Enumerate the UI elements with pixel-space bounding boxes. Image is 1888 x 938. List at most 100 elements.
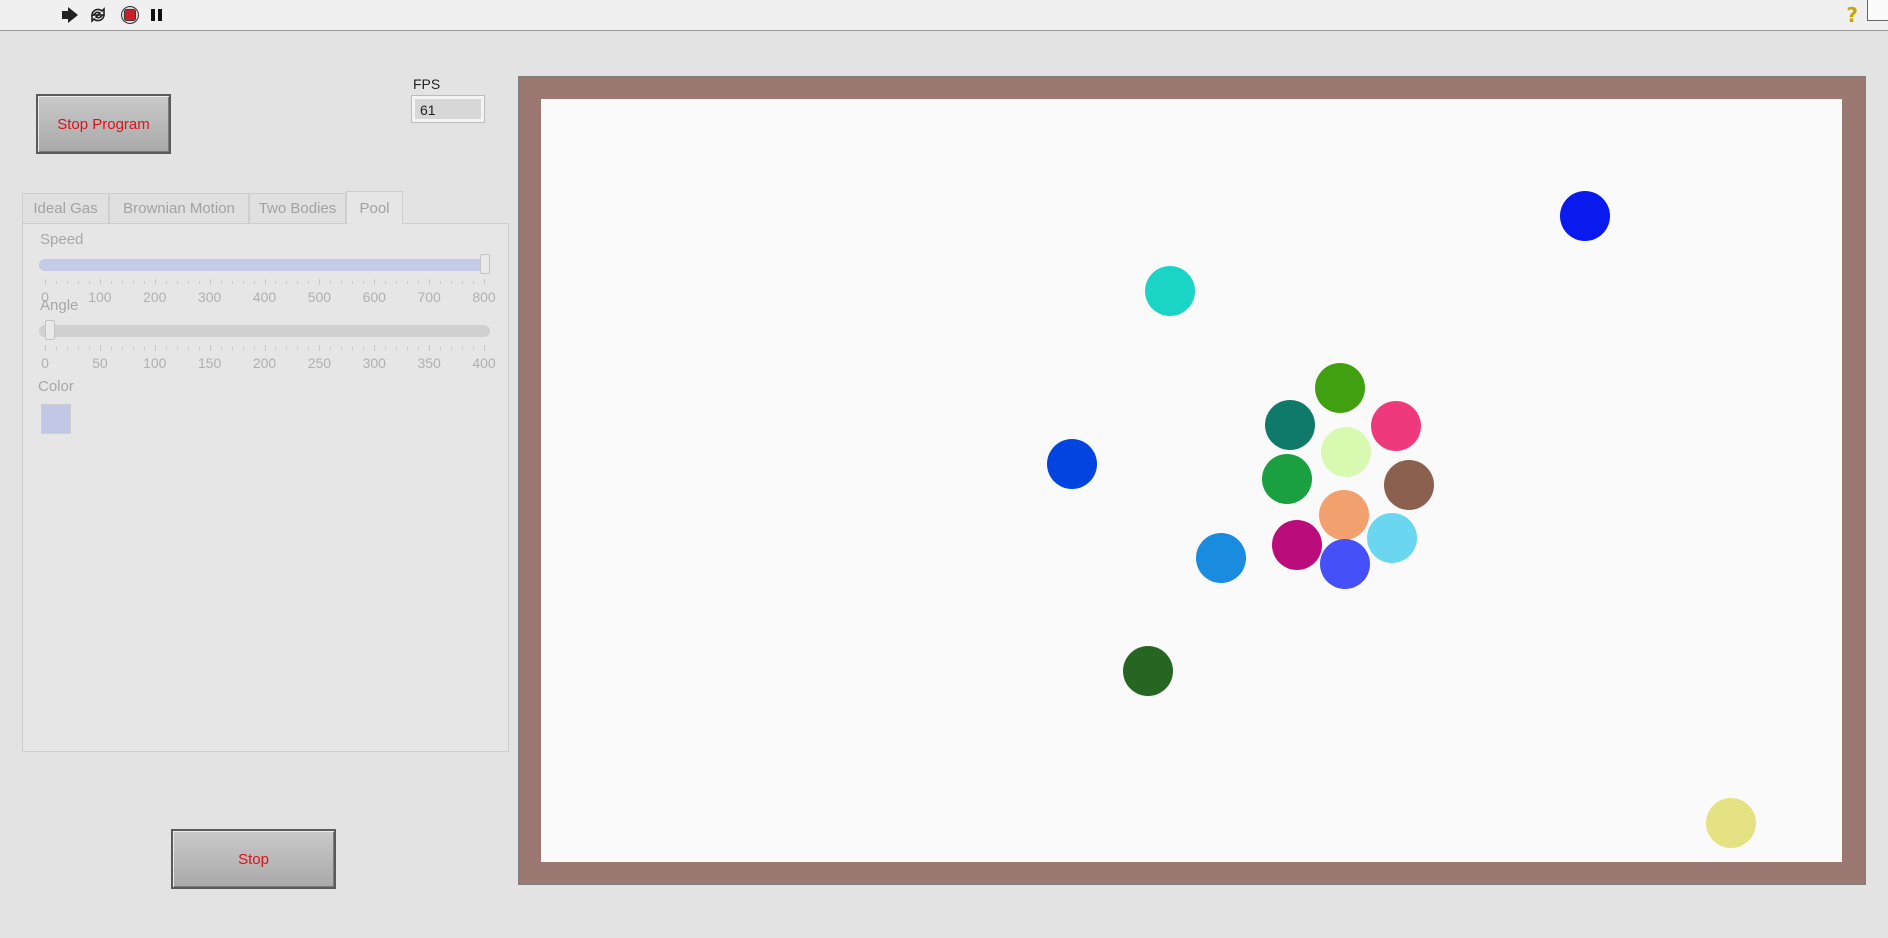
scale-tick — [308, 347, 310, 350]
scale-tick — [132, 281, 134, 284]
scale-tick — [110, 347, 112, 350]
scale-tick — [132, 347, 134, 350]
scale-tick-label: 150 — [197, 355, 222, 371]
tab-brownian-motion[interactable]: Brownian Motion — [109, 193, 249, 223]
scale-tick — [198, 347, 200, 350]
scale-tick — [451, 281, 453, 284]
stop-label: Stop — [238, 850, 269, 868]
scale-tick — [484, 345, 485, 351]
fps-indicator: 61 — [411, 95, 485, 123]
scale-tick — [77, 281, 79, 284]
scale-tick — [154, 279, 156, 285]
tab-two-bodies[interactable]: Two Bodies — [249, 193, 346, 223]
scale-tick — [187, 347, 189, 350]
scale-tick — [352, 281, 354, 284]
scale-tick — [385, 281, 387, 284]
scale-tick-label: 100 — [88, 289, 112, 305]
scale-tick — [462, 281, 464, 284]
pool-ball — [1196, 533, 1246, 583]
vi-icon — [1867, 0, 1888, 21]
pool-ball — [1315, 363, 1365, 413]
tab-label: Brownian Motion — [123, 200, 235, 217]
abort-stop-icon[interactable] — [120, 6, 140, 24]
angle-slider-thumb[interactable] — [45, 320, 55, 340]
scale-tick — [275, 281, 277, 284]
angle-slider[interactable] — [39, 320, 490, 340]
scale-tick — [88, 347, 90, 350]
scale-tick — [286, 347, 288, 350]
stop-button[interactable]: Stop — [171, 829, 336, 889]
scale-tick-label: 400 — [472, 355, 496, 371]
speed-scale: 0 100 200 300 400 500 600 700 800 — [41, 279, 496, 305]
scale-tick — [253, 347, 255, 350]
scale-tick-label: 250 — [307, 355, 332, 371]
angle-scale: 0 50 100 150 200 250 300 350 400 — [41, 345, 496, 371]
scale-tick — [308, 281, 310, 284]
pool-ball — [1706, 798, 1756, 848]
scale-tick — [121, 281, 123, 284]
scale-tick — [242, 281, 244, 284]
scale-tick-label: 0 — [41, 355, 49, 371]
scale-tick — [253, 281, 255, 284]
run-continuously-icon[interactable] — [88, 6, 108, 24]
help-icon[interactable]: ? — [1846, 3, 1858, 27]
scale-tick — [429, 279, 431, 285]
scale-tick — [220, 281, 222, 284]
toolbar: ? — [0, 0, 1888, 31]
scale-tick — [99, 279, 101, 285]
pool-ball — [1047, 439, 1097, 489]
scale-tick — [176, 281, 178, 284]
scale-tick — [242, 347, 244, 350]
scale-tick — [473, 281, 475, 284]
scale-tick-label: 200 — [143, 289, 167, 305]
speed-slider[interactable] — [39, 254, 490, 274]
tab-ideal-gas[interactable]: Ideal Gas — [22, 193, 109, 223]
scale-tick — [407, 347, 409, 350]
scale-tick — [187, 281, 189, 284]
angle-label: Angle — [40, 297, 79, 314]
scale-tick — [143, 281, 145, 284]
scale-tick — [88, 281, 90, 284]
scale-tick — [319, 279, 321, 285]
scale-tick — [231, 281, 233, 284]
speed-slider-thumb[interactable] — [480, 254, 490, 274]
scale-tick — [341, 347, 343, 350]
scale-tick — [341, 281, 343, 284]
scale-tick — [264, 345, 266, 351]
pool-ball — [1384, 460, 1434, 510]
scale-tick — [429, 345, 431, 351]
scale-tick — [374, 345, 376, 351]
pool-ball — [1145, 266, 1195, 316]
scale-tick — [99, 345, 101, 351]
scale-tick — [451, 347, 453, 350]
scale-tick — [209, 279, 211, 285]
scale-tick — [209, 345, 211, 351]
color-label: Color — [38, 378, 74, 395]
scale-tick — [396, 347, 398, 350]
scale-tick — [45, 279, 46, 285]
pause-icon[interactable] — [148, 6, 168, 24]
speed-label: Speed — [40, 231, 84, 248]
pool-ball — [1319, 490, 1369, 540]
stop-program-button[interactable]: Stop Program — [36, 94, 171, 154]
pool-ball — [1371, 401, 1421, 451]
scale-tick — [319, 345, 321, 351]
scale-tick — [55, 347, 57, 350]
tab-label: Ideal Gas — [33, 200, 98, 217]
scale-tick — [286, 281, 288, 284]
scale-tick — [264, 279, 266, 285]
scale-tick-label: 100 — [143, 355, 167, 371]
scale-tick-label: 50 — [92, 355, 108, 371]
scale-tick — [330, 347, 332, 350]
run-arrow-icon[interactable] — [61, 6, 81, 24]
scale-tick — [165, 281, 167, 284]
scale-tick — [352, 347, 354, 350]
scale-tick — [385, 347, 387, 350]
pool-ball — [1367, 513, 1417, 563]
color-swatch[interactable] — [41, 404, 71, 434]
scale-tick — [440, 281, 442, 284]
scale-tick-label: 350 — [417, 355, 441, 371]
scale-tick — [55, 281, 57, 284]
pool-ball — [1321, 427, 1371, 477]
tab-pool[interactable]: Pool — [346, 191, 403, 224]
